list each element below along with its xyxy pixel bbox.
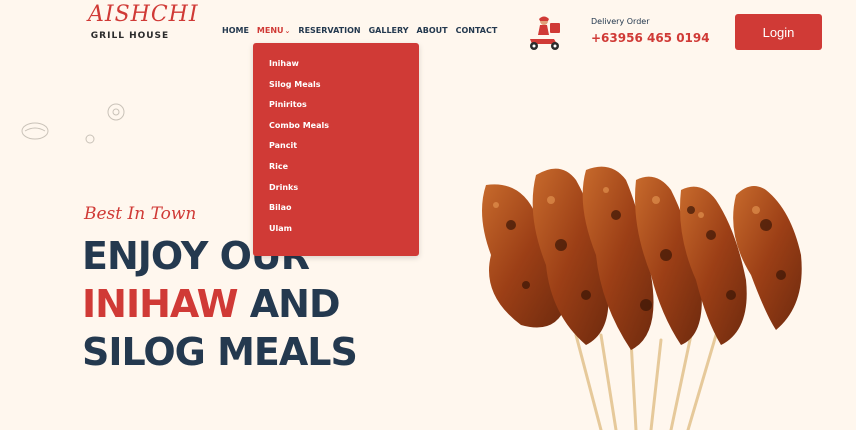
- dropdown-item-rice[interactable]: Rice: [269, 161, 419, 182]
- brand-logo[interactable]: AISHCHI GRILL HOUSE: [88, 2, 199, 41]
- hero-line-2-rest: AND: [237, 282, 341, 326]
- hero-tagline: Best In Town: [84, 204, 197, 224]
- hero-line-3: SILOG MEALS: [82, 330, 358, 374]
- menu-dropdown: Inihaw Silog Meals Piniritos Combo Meals…: [253, 43, 419, 256]
- dropdown-item-piniritos[interactable]: Piniritos: [269, 99, 419, 120]
- nav-gallery[interactable]: GALLERY: [369, 26, 409, 35]
- nav-menu[interactable]: MENU⌄: [257, 26, 291, 35]
- dropdown-item-bilao[interactable]: Bilao: [269, 202, 419, 223]
- dropdown-item-drinks[interactable]: Drinks: [269, 182, 419, 203]
- dropdown-item-silog-meals[interactable]: Silog Meals: [269, 79, 419, 100]
- login-button[interactable]: Login: [735, 14, 822, 50]
- delivery-scooter-icon: [530, 16, 560, 50]
- decorative-garlic-icon: [21, 122, 49, 140]
- logo-subtitle: GRILL HOUSE: [90, 31, 170, 41]
- dropdown-item-ulam[interactable]: Ulam: [269, 223, 419, 244]
- decorative-seed-icon: [85, 134, 95, 144]
- nav-menu-label: MENU: [256, 26, 284, 35]
- grilled-skewers-image: [482, 166, 802, 430]
- dropdown-item-combo-meals[interactable]: Combo Meals: [269, 120, 419, 141]
- logo-brand-text: AISHCHI: [88, 2, 199, 27]
- dropdown-item-pancit[interactable]: Pancit: [269, 140, 419, 161]
- delivery-order-block: Delivery Order +63956 465 0194: [591, 17, 710, 45]
- nav-home[interactable]: HOME: [222, 26, 249, 35]
- decorative-pepper-icon: [107, 103, 125, 121]
- menu-dropdown-list: Inihaw Silog Meals Piniritos Combo Meals…: [253, 43, 419, 243]
- delivery-label: Delivery Order: [591, 17, 650, 26]
- chevron-down-icon: ⌄: [284, 27, 291, 35]
- nav-reservation[interactable]: RESERVATION: [298, 26, 360, 35]
- dropdown-item-inihaw[interactable]: Inihaw: [269, 58, 419, 79]
- hero-highlight: INIHAW: [82, 282, 238, 326]
- nav-about[interactable]: ABOUT: [417, 26, 448, 35]
- hero-line-2: INIHAW AND: [82, 280, 357, 328]
- delivery-phone[interactable]: +63956 465 0194: [591, 31, 710, 45]
- main-nav: HOME MENU⌄ RESERVATION GALLERY ABOUT CON…: [222, 26, 497, 35]
- nav-contact[interactable]: CONTACT: [456, 26, 498, 35]
